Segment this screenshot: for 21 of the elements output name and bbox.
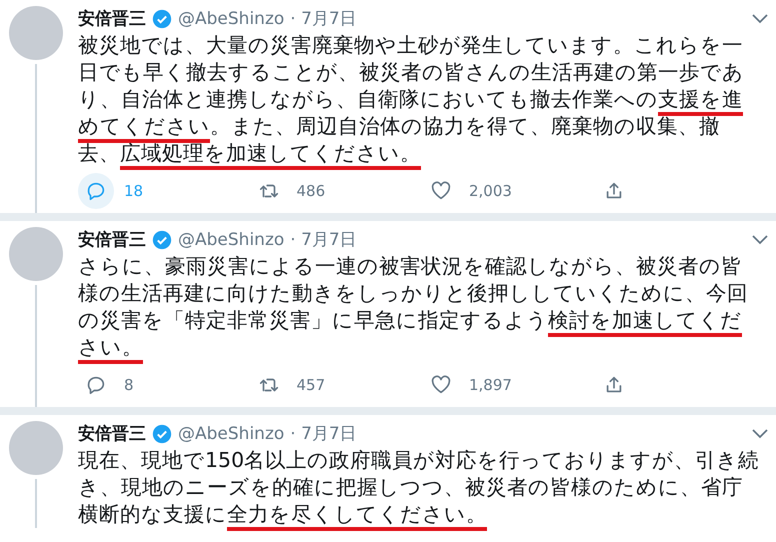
reply-count: 18 [124, 180, 144, 202]
author-handle[interactable]: @AbeShinzo [178, 421, 284, 447]
author-name[interactable]: 安倍晋三 [78, 6, 146, 32]
author-name[interactable]: 安倍晋三 [78, 227, 146, 253]
chevron-down-icon[interactable] [752, 14, 768, 24]
reply-count: 8 [124, 374, 134, 396]
tweet-text: 被災地では、大量の災害廃棄物や土砂が発生しています。これらを一日でも早く撤去することが、被災者の皆さんの生活再建の第一歩であり、自治体と連携しながら、自衛隊においても撤去作業への支援を進めてください。また、周辺自治体の協力を得て、廃棄物の収集、撤去、広域処理を加速してください。 [78, 32, 760, 167]
chevron-down-icon[interactable] [752, 429, 768, 439]
like-count: 2,003 [469, 180, 512, 202]
like-count: 1,897 [469, 374, 512, 396]
retweet-count: 486 [296, 180, 326, 202]
tweet-date[interactable]: · 7月7日 [290, 6, 357, 32]
author-handle[interactable]: @AbeShinzo [178, 6, 284, 32]
author-name[interactable]: 安倍晋三 [78, 421, 146, 447]
tweet-text: 現在、現地で150名以上の政府職員が対応を行っておりますが、引き続き、現地のニーズを的確に把握しつつ、被災者の皆様のために、省庁横断的な支援に全力を尽くしてください。 [78, 447, 760, 528]
retweet-count: 457 [296, 374, 326, 396]
author-handle[interactable]: @AbeShinzo [178, 227, 284, 253]
tweet-date[interactable]: · 7月7日 [290, 421, 357, 447]
tweet-date[interactable]: · 7月7日 [290, 227, 357, 253]
reply-icon[interactable] [78, 173, 114, 209]
chevron-down-icon[interactable] [752, 235, 768, 245]
